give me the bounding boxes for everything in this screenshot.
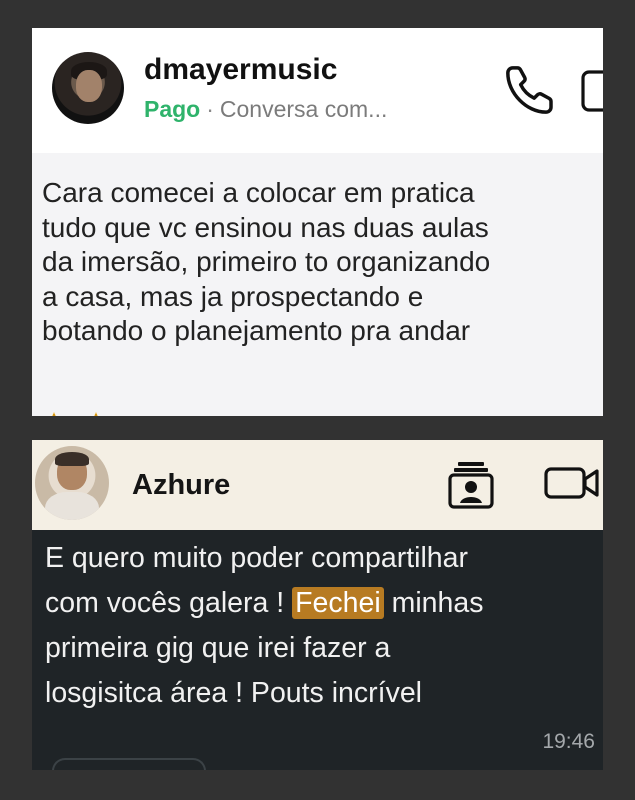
message-line: E quero muito poder compartilhar <box>45 542 468 574</box>
separator-dot: · <box>206 96 214 122</box>
message-line: tudo que vc ensinou nas duas aulas <box>42 211 489 243</box>
conversation-label: Conversa com... <box>219 96 388 122</box>
chat-screenshot-dmayermusic: dmayermusic Pago · Conversa com... Cara co… <box>32 28 603 416</box>
message-line: a casa, mas ja prospectando e <box>42 280 424 312</box>
avatar[interactable] <box>52 52 124 124</box>
chat-header: Azhure <box>32 440 603 530</box>
message-line: com vocês galera ! Fechei minhas <box>45 581 601 626</box>
message-text: Cara comecei a colocar em pratica tudo q… <box>42 176 602 349</box>
message-text: E quero muito poder compartilhar com voc… <box>45 536 601 716</box>
praying-hands-emoji <box>52 412 98 416</box>
message-line: da imersão, primeiro to organizando <box>42 246 491 277</box>
contact-card-icon[interactable] <box>446 459 496 509</box>
message-timestamp: 19:46 <box>542 730 595 753</box>
contact-name[interactable]: dmayermusic <box>144 53 337 87</box>
paid-badge: Pago <box>144 96 201 122</box>
video-call-icon[interactable] <box>580 68 603 114</box>
chat-screenshot-azhure: Azhure E quero muito poder compartilhar … <box>32 440 603 770</box>
message-fragment: com vocês galera ! <box>45 587 293 619</box>
message-fragment: minhas <box>383 587 484 619</box>
message-line: primeira gig que irei fazer a <box>45 632 391 664</box>
message-line: losgisitca área ! Pouts incrível <box>45 677 422 709</box>
message-line: botando o planejamento pra andar <box>42 315 471 346</box>
chat-header: dmayermusic Pago · Conversa com... <box>32 28 603 153</box>
next-message-bubble-edge <box>52 758 206 770</box>
highlighted-word: Fechei <box>292 587 384 619</box>
contact-name[interactable]: Azhure <box>132 469 230 502</box>
avatar[interactable] <box>35 446 109 520</box>
video-call-icon[interactable] <box>544 466 600 500</box>
message-line: Cara comecei a colocar em pratica <box>42 177 475 208</box>
contact-subtitle: Pago · Conversa com... <box>144 96 387 123</box>
phone-icon[interactable] <box>502 62 558 118</box>
